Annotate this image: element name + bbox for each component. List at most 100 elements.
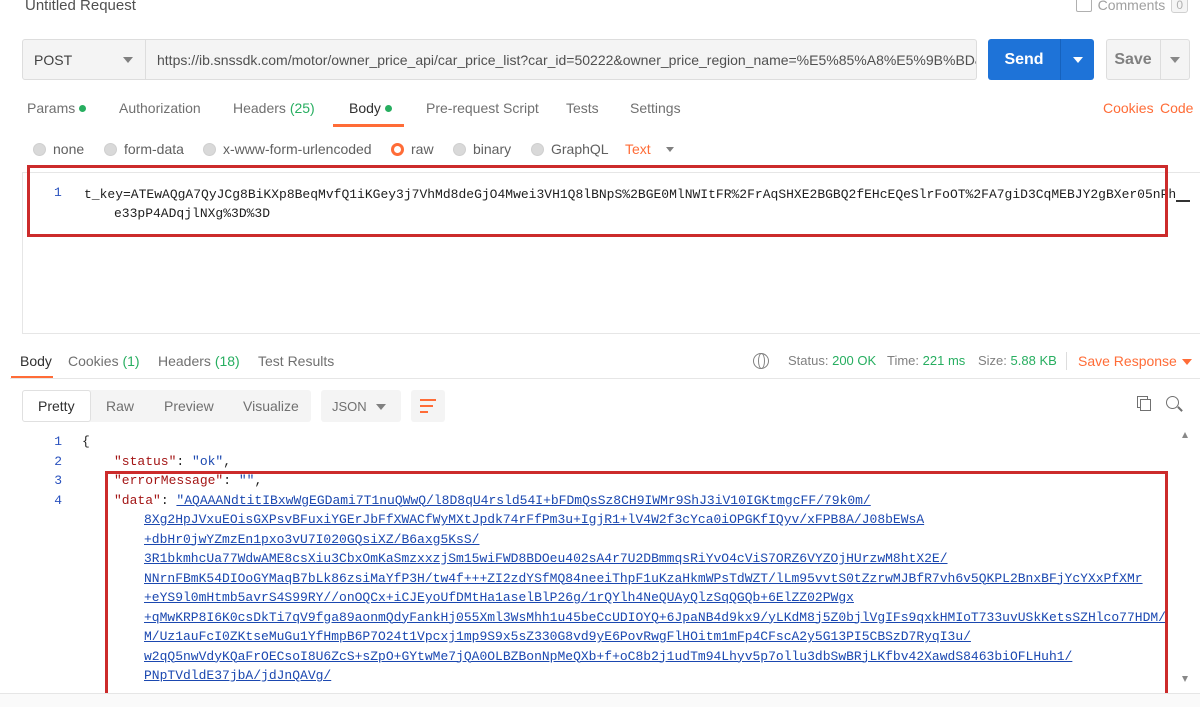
send-label: Send <box>1004 50 1044 68</box>
response-tab-headers-count: (18) <box>214 353 240 369</box>
wrap-lines-button[interactable] <box>411 390 445 422</box>
time-info: Time: 221 ms <box>887 353 965 368</box>
raw-format-label: Text <box>625 141 651 157</box>
radio-none-label: none <box>53 141 85 157</box>
highlight-box-request-body <box>27 165 1168 237</box>
chevron-down-icon <box>376 404 386 410</box>
comment-icon <box>1075 0 1092 12</box>
tab-params-label: Params <box>27 100 76 116</box>
response-tab-cookies[interactable]: Cookies (1) <box>68 353 140 369</box>
radio-circle-selected <box>391 142 404 156</box>
tab-headers-count: (25) <box>289 100 315 116</box>
response-line-number: 3 <box>54 473 62 488</box>
radio-binary[interactable]: binary <box>453 141 511 157</box>
chevron-down-icon <box>123 57 133 63</box>
save-separator <box>1160 40 1161 79</box>
tab-authorization[interactable]: Authorization <box>119 100 201 116</box>
radio-x-www-form-urlencoded[interactable]: x-www-form-urlencoded <box>203 141 372 157</box>
json-open-brace: { <box>82 434 90 449</box>
radio-circle <box>104 142 117 156</box>
copy-icon[interactable] <box>1137 396 1151 411</box>
save-button[interactable]: Save <box>1106 39 1190 80</box>
time-label: Time: <box>887 353 920 368</box>
editor-scroll-indicator[interactable] <box>1176 200 1190 202</box>
globe-icon[interactable] <box>753 353 769 369</box>
radio-graphql[interactable]: GraphQL <box>531 141 609 157</box>
json-line-status: "status": "ok", <box>114 453 232 469</box>
response-divider <box>10 378 1200 379</box>
chevron-down-icon <box>666 147 674 152</box>
cookies-link[interactable]: Cookies <box>1103 100 1154 116</box>
method-label: POST <box>34 51 73 68</box>
radio-circle <box>531 142 544 156</box>
view-preview-button[interactable]: Preview <box>164 390 214 422</box>
response-tab-test-results[interactable]: Test Results <box>258 353 334 369</box>
view-pretty-button[interactable]: Pretty <box>22 390 91 422</box>
send-button[interactable]: Send <box>988 39 1094 80</box>
radio-none[interactable]: none <box>33 141 84 157</box>
response-line-number: 1 <box>54 434 62 449</box>
meta-separator <box>1066 352 1067 370</box>
size-label: Size: <box>978 353 1007 368</box>
tab-headers-label: Headers <box>233 100 286 116</box>
chevron-down-icon <box>1170 57 1180 63</box>
tab-tests[interactable]: Tests <box>566 100 599 116</box>
scroll-down-arrow-icon[interactable] <box>1182 676 1188 682</box>
tab-body-label: Body <box>349 100 381 116</box>
code-link[interactable]: Code <box>1160 100 1193 116</box>
size-info: Size: 5.88 KB <box>978 353 1057 368</box>
url-input[interactable]: https://ib.snssdk.com/motor/owner_price_… <box>146 39 977 80</box>
radio-circle <box>33 142 46 156</box>
body-indicator-dot <box>384 105 392 112</box>
radio-raw-label: raw <box>411 141 434 157</box>
tab-pre-request-script[interactable]: Pre-request Script <box>426 100 539 116</box>
radio-form-data[interactable]: form-data <box>104 141 184 157</box>
response-line-number: 4 <box>54 492 62 508</box>
status-info: Status: 200 OK <box>788 353 876 368</box>
comments-label: Comments <box>1097 0 1166 13</box>
response-tab-headers-label: Headers <box>158 353 211 369</box>
view-raw-button[interactable]: Raw <box>106 390 134 422</box>
send-options-dropdown[interactable] <box>1061 39 1094 80</box>
save-response-label: Save Response <box>1078 353 1177 369</box>
size-value: 5.88 KB <box>1010 353 1057 368</box>
highlight-box-response-data <box>105 471 1168 696</box>
comments-count: 0 <box>1171 0 1188 13</box>
response-tab-headers[interactable]: Headers (18) <box>158 353 240 369</box>
raw-format-select[interactable]: Text <box>625 141 674 157</box>
tab-body-underline <box>333 124 404 127</box>
radio-circle <box>453 142 466 156</box>
view-visualize-button[interactable]: Visualize <box>243 390 299 422</box>
tab-headers[interactable]: Headers (25) <box>233 100 315 116</box>
radio-binary-label: binary <box>473 141 512 157</box>
radio-urlencoded-label: x-www-form-urlencoded <box>223 141 372 157</box>
scroll-up-arrow-icon[interactable] <box>1182 432 1188 438</box>
search-icon[interactable] <box>1166 396 1179 409</box>
request-title[interactable]: Untitled Request <box>25 0 136 14</box>
status-bar <box>0 693 1200 707</box>
json-value-status: "ok" <box>192 453 224 469</box>
radio-graphql-label: GraphQL <box>551 141 609 157</box>
response-tab-body[interactable]: Body <box>20 353 52 369</box>
response-line-number: 2 <box>54 453 62 469</box>
radio-raw[interactable]: raw <box>391 141 434 157</box>
time-value: 221 ms <box>922 353 966 368</box>
response-tab-cookies-label: Cookies <box>68 353 119 369</box>
chevron-down-icon <box>1182 359 1192 365</box>
chevron-down-icon <box>1073 57 1083 63</box>
save-response-button[interactable]: Save Response <box>1078 353 1192 369</box>
radio-circle <box>203 142 216 156</box>
tab-settings[interactable]: Settings <box>630 100 681 116</box>
response-tab-cookies-count: (1) <box>122 353 140 369</box>
status-value: 200 OK <box>832 353 877 368</box>
params-indicator-dot <box>79 105 87 112</box>
tab-body[interactable]: Body <box>349 100 392 116</box>
status-label: Status: <box>788 353 829 368</box>
json-key-status: "status" <box>114 453 177 469</box>
method-select[interactable]: POST <box>22 39 146 80</box>
comments-button[interactable]: Comments 0 <box>1075 0 1188 13</box>
radio-form-data-label: form-data <box>124 141 184 157</box>
response-format-select[interactable]: JSON <box>321 390 401 422</box>
save-label: Save <box>1114 50 1152 68</box>
tab-params[interactable]: Params <box>27 100 87 116</box>
